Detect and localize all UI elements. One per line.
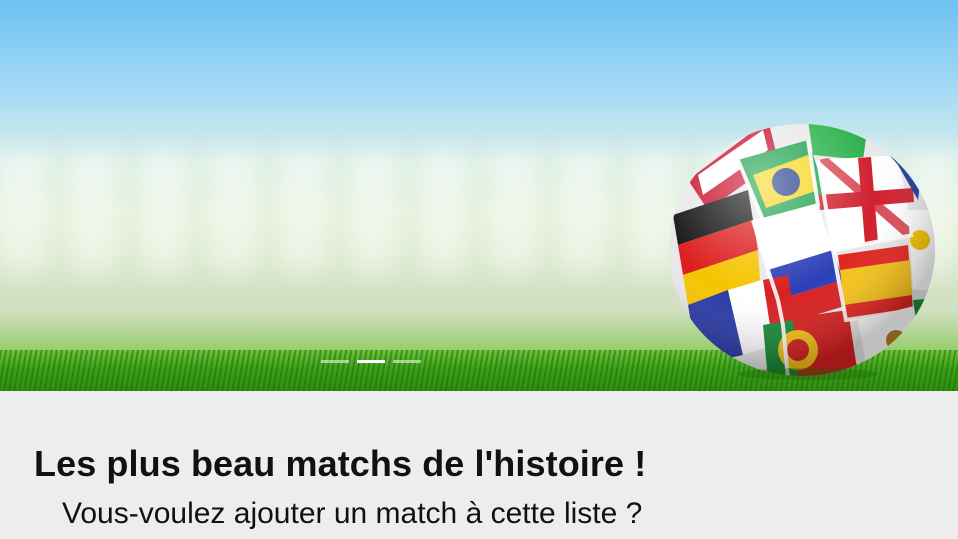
page-title: Les plus beau matchs de l'histoire ! bbox=[34, 443, 647, 484]
page-subtitle: Vous-voulez ajouter un match à cette lis… bbox=[62, 497, 643, 530]
flag-football-image bbox=[669, 124, 935, 380]
carousel-indicator-1[interactable] bbox=[321, 360, 349, 363]
intro-section: Les plus beau matchs de l'histoire ! Vou… bbox=[0, 391, 958, 539]
hero-carousel bbox=[0, 0, 958, 391]
carousel-indicators bbox=[321, 360, 421, 363]
carousel-indicator-2[interactable] bbox=[357, 360, 385, 363]
carousel-indicator-3[interactable] bbox=[393, 360, 421, 363]
